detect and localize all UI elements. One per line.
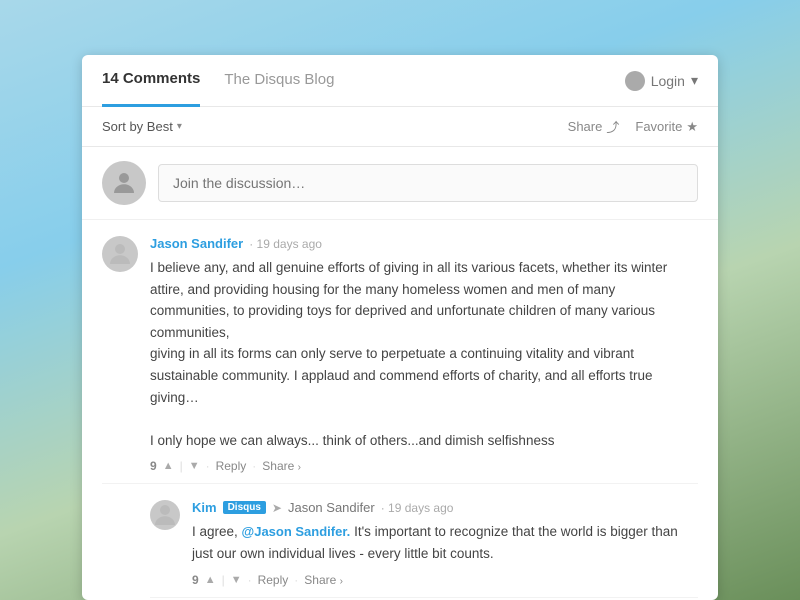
comment-1: Jason Sandifer · 19 days ago I believe a… — [102, 220, 698, 484]
comment-2-avatar — [150, 500, 180, 530]
comment-2-body: Kim Disqus ➤ Jason Sandifer · 19 days ag… — [192, 500, 698, 586]
comment-2-text: I agree, @Jason Sandifer. It's important… — [192, 521, 698, 564]
share-icon: ⤴ — [606, 117, 619, 136]
join-input[interactable] — [158, 164, 698, 202]
user-icon — [109, 168, 139, 198]
comment-2-timestamp: · 19 days ago — [381, 501, 454, 515]
login-area[interactable]: Login ▾ — [625, 71, 698, 91]
comment-1-author[interactable]: Jason Sandifer — [150, 236, 243, 251]
comment-2: Kim Disqus ➤ Jason Sandifer · 19 days ag… — [150, 484, 698, 597]
favorite-button[interactable]: Favorite ★ — [635, 119, 698, 135]
sort-button[interactable]: Sort by Best ▾ — [102, 119, 182, 134]
login-avatar-icon — [625, 71, 645, 91]
comment-1-actions: 9 ▲ | ▼ · Reply · Share › — [150, 459, 698, 473]
user-icon — [105, 239, 135, 269]
user-icon — [150, 500, 180, 530]
tab-blog[interactable]: The Disqus Blog — [224, 55, 334, 107]
login-dropdown-icon: ▾ — [691, 72, 698, 89]
comment-2-upvote[interactable]: ▲ — [205, 574, 216, 586]
comment-2-downvote[interactable]: ▼ — [231, 574, 242, 586]
comment-2-meta: Kim Disqus ➤ Jason Sandifer · 19 days ag… — [192, 500, 698, 515]
comment-2-actions: 9 ▲ | ▼ · Reply · Share › — [192, 573, 698, 587]
comment-1-body: Jason Sandifer · 19 days ago I believe a… — [150, 236, 698, 473]
comment-2-disqus-badge: Disqus — [223, 501, 266, 514]
login-label: Login — [651, 73, 685, 89]
share-button[interactable]: Share ⤴ — [568, 117, 620, 136]
comment-1-downvote[interactable]: ▼ — [189, 460, 200, 472]
comments-area: Jason Sandifer · 19 days ago I believe a… — [82, 220, 718, 600]
comment-1-timestamp: · 19 days ago — [249, 237, 322, 251]
comment-2-vote-count: 9 — [192, 573, 199, 587]
share-label: Share — [568, 119, 603, 134]
sort-label: Sort by Best — [102, 119, 173, 134]
comment-2-author[interactable]: Kim — [192, 500, 217, 515]
user-avatar — [102, 161, 146, 205]
comment-1-meta: Jason Sandifer · 19 days ago — [150, 236, 698, 251]
toolbar-right: Share ⤴ Favorite ★ — [568, 117, 698, 136]
sort-arrow-icon: ▾ — [177, 121, 182, 132]
tab-comments[interactable]: 14 Comments — [102, 55, 200, 107]
disqus-card: 14 Comments The Disqus Blog Login ▾ Sort… — [82, 55, 718, 600]
card-header: 14 Comments The Disqus Blog Login ▾ — [82, 55, 718, 107]
comment-2-reply-button[interactable]: Reply — [258, 573, 289, 587]
favorite-label: Favorite — [635, 119, 682, 134]
join-discussion-row — [82, 147, 718, 220]
comment-1-avatar — [102, 236, 138, 272]
comment-1-vote-count: 9 — [150, 459, 157, 473]
toolbar: Sort by Best ▾ Share ⤴ Favorite ★ — [82, 107, 718, 147]
comment-2-reply-to: Jason Sandifer — [288, 500, 375, 515]
favorite-star-icon: ★ — [686, 119, 698, 135]
comment-1-share-button[interactable]: Share › — [262, 459, 301, 473]
mention-jason: @Jason Sandifer. — [242, 524, 351, 539]
comment-1-text: I believe any, and all genuine efforts o… — [150, 257, 698, 451]
comment-1-reply-button[interactable]: Reply — [216, 459, 247, 473]
comment-2-share-button[interactable]: Share › — [304, 573, 343, 587]
comment-1-upvote[interactable]: ▲ — [163, 460, 174, 472]
